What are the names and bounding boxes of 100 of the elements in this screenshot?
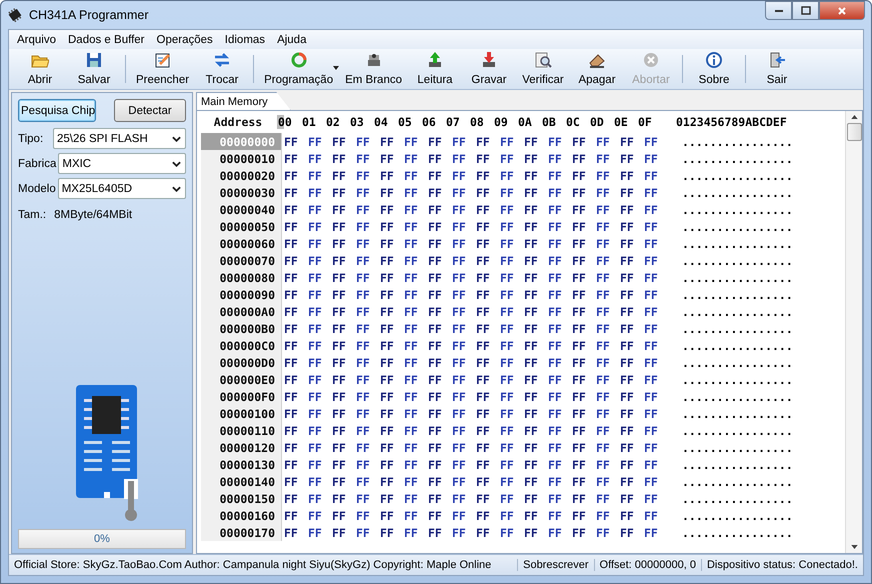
scrollbar-thumb[interactable]	[846, 123, 862, 141]
menu-item[interactable]: Ajuda	[271, 34, 312, 46]
hex-byte-cell-text: FF	[644, 390, 659, 404]
hex-byte-cell-text: FF	[452, 372, 467, 386]
hex-byte-cell-text: FF	[548, 322, 563, 336]
menu-item[interactable]: Arquivo	[11, 34, 62, 46]
ascii-cell: ................	[682, 474, 793, 488]
hex-byte-cell-text: FF	[428, 356, 443, 370]
hex-byte-cell-text: FF	[644, 236, 659, 250]
hex-byte-cell-text: FF	[308, 220, 323, 234]
hex-byte-cell-text: FF	[308, 254, 323, 268]
hex-byte-cell-text: FF	[500, 526, 515, 540]
hex-byte-cell-text: FF	[308, 372, 323, 386]
hex-byte-cell-text: FF	[572, 406, 587, 420]
hex-byte-cell-text: FF	[476, 186, 491, 200]
hex-byte-cell-text: FF	[572, 270, 587, 284]
hex-byte-cell-text: FF	[380, 390, 395, 404]
minimize-button[interactable]	[765, 1, 792, 20]
field-label: Fabrica	[18, 158, 56, 170]
hex-byte-cell-text: FF	[644, 424, 659, 438]
toolbar-button[interactable]: Sair	[750, 49, 804, 89]
hex-byte-cell-text: FF	[356, 406, 371, 420]
dropdown-field[interactable]: 25\26 SPI FLASH	[53, 128, 186, 149]
ascii-cell: ................	[682, 372, 793, 386]
hex-byte-cell-text: FF	[332, 458, 347, 472]
toolbar-button[interactable]: Trocar	[195, 49, 250, 89]
toolbar-button[interactable]: Em Branco	[339, 49, 408, 89]
hex-byte-cell-text: FF	[428, 526, 443, 540]
toolbar-button[interactable]: Leitura	[408, 49, 462, 89]
hex-byte-cell-text: FF	[380, 440, 395, 454]
hex-byte-cell-text: FF	[500, 134, 515, 148]
panel-button[interactable]: Pesquisa Chip	[18, 99, 96, 122]
toolbar-button[interactable]: Abrir	[13, 49, 67, 89]
hex-byte-cell-text: FF	[356, 508, 371, 522]
hex-byte-cell-text: FF	[404, 168, 419, 182]
hex-byte-cell-text: FF	[452, 288, 467, 302]
hex-byte-cell-text: FF	[524, 474, 539, 488]
hex-byte-cell-text: FF	[284, 152, 299, 166]
menu-item[interactable]: Operações	[150, 34, 219, 46]
scrollbar[interactable]	[845, 111, 862, 553]
hex-byte-cell-text: FF	[476, 508, 491, 522]
hex-byte-cell-text: FF	[428, 270, 443, 284]
status-text: Dispositivo status: Conectado!.	[700, 559, 863, 571]
hex-byte-cell-text: FF	[380, 356, 395, 370]
ascii-cell: ................	[682, 356, 793, 370]
hex-byte-cell-text: FF	[596, 152, 611, 166]
toolbar-button[interactable]: Programação	[258, 49, 340, 89]
hex-byte-cell-text: FF	[356, 202, 371, 216]
hex-byte-cell-text: FF	[332, 372, 347, 386]
hex-byte-cell-text: FF	[332, 168, 347, 182]
ascii-cell: ................	[682, 304, 793, 318]
tab[interactable]: Main Memory	[196, 92, 291, 110]
ascii-cell: ................	[682, 322, 793, 336]
column-header: 06	[421, 115, 437, 129]
hex-byte-cell-text: FF	[596, 526, 611, 540]
hex-byte-cell-text: FF	[476, 338, 491, 352]
hex-byte-cell-text: FF	[500, 458, 515, 472]
close-button[interactable]	[819, 1, 865, 20]
dropdown-field[interactable]: MX25L6405D	[58, 178, 186, 199]
menu-item[interactable]: Idiomas	[218, 34, 272, 46]
hex-byte-cell-text: FF	[428, 492, 443, 506]
hex-byte-cell-text: FF	[644, 406, 659, 420]
column-header: 03	[349, 115, 365, 129]
hex-byte-cell-text: FF	[404, 270, 419, 284]
hex-byte-cell-text: FF	[572, 304, 587, 318]
hex-byte-cell-text: FF	[452, 202, 467, 216]
hex-byte-cell-text: FF	[308, 406, 323, 420]
hex-byte-cell-text: FF	[452, 356, 467, 370]
toolbar-button[interactable]: Gravar	[462, 49, 516, 89]
toolbar-button[interactable]: Apagar	[570, 49, 624, 89]
hex-byte-cell-text: FF	[500, 304, 515, 318]
hex-byte-cell-text: FF	[332, 526, 347, 540]
hex-byte-cell-text: FF	[428, 152, 443, 166]
address-cell: 00000050	[201, 218, 281, 235]
hex-byte-cell-text: FF	[500, 424, 515, 438]
hex-byte-cell-text: FF	[404, 492, 419, 506]
column-header: 07	[445, 115, 461, 129]
menu-item[interactable]: Dados e Buffer	[62, 34, 151, 46]
hex-byte-cell-text: FF	[476, 270, 491, 284]
hex-byte-cell-text: FF	[644, 492, 659, 506]
caret-icon	[333, 66, 340, 70]
address-cell: 00000120	[201, 439, 281, 456]
toolbar-button[interactable]: Verificar	[516, 49, 570, 89]
hex-byte-cell-text: FF	[332, 304, 347, 318]
hex-byte-cell-text: FF	[572, 372, 587, 386]
hex-byte-cell-text: FF	[644, 168, 659, 182]
dropdown-field[interactable]: MXIC	[58, 153, 186, 174]
toolbar-button[interactable]: Sobre	[687, 49, 741, 89]
hex-byte-cell-text: FF	[548, 508, 563, 522]
ascii-cell: ................	[682, 134, 793, 148]
hex-byte-cell-text: FF	[620, 526, 635, 540]
hex-byte-cell-text: FF	[332, 220, 347, 234]
hex-byte-cell-text: FF	[524, 492, 539, 506]
hex-byte-cell-text: FF	[572, 152, 587, 166]
hex-byte-cell-text: FF	[572, 526, 587, 540]
panel-button[interactable]: Detectar	[114, 99, 186, 122]
toolbar-button[interactable]: Preencher	[130, 49, 196, 89]
column-header: 09	[493, 115, 509, 129]
toolbar-button[interactable]: Salvar	[67, 49, 121, 89]
maximize-button[interactable]	[792, 1, 819, 20]
